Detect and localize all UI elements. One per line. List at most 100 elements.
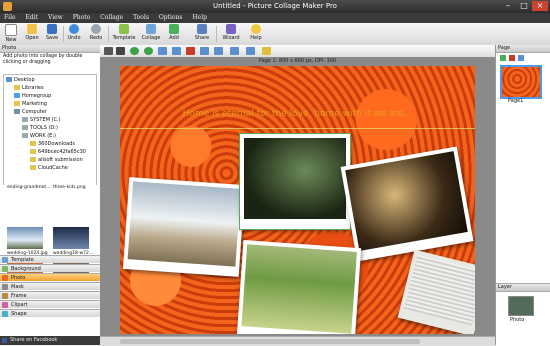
template-button[interactable]: Template xyxy=(110,24,138,45)
shape-icon xyxy=(2,311,8,317)
tree-item[interactable]: TOOLS (D:) xyxy=(22,124,58,132)
folder-icon xyxy=(14,85,20,90)
share-button[interactable]: Share xyxy=(192,24,212,45)
help-button[interactable]: Help xyxy=(248,24,264,45)
collage-button[interactable]: Collage xyxy=(140,24,162,45)
photo-couple-field[interactable] xyxy=(122,177,246,277)
page-panel-tools xyxy=(498,54,548,62)
overlay-text[interactable]: Home is eternal for the love, home with … xyxy=(120,109,475,119)
menu-edit[interactable]: Edit xyxy=(21,13,42,23)
pointer-icon[interactable] xyxy=(104,47,113,55)
thumbnail-wedding-1024[interactable] xyxy=(7,227,43,249)
category-shape[interactable]: Shape xyxy=(0,309,100,317)
save-button[interactable]: Save xyxy=(43,24,61,45)
tree-item[interactable]: 360Downloads xyxy=(30,140,75,148)
tree-item[interactable]: Desktop xyxy=(6,76,35,84)
folder-icon xyxy=(30,157,36,162)
drive-icon xyxy=(22,133,28,138)
add-page-icon[interactable] xyxy=(500,55,506,61)
undo-button[interactable]: Undo xyxy=(65,24,83,45)
send-backward-icon[interactable] xyxy=(144,47,153,55)
add-photo-icon xyxy=(169,24,179,34)
delete-page-icon[interactable] xyxy=(509,55,515,61)
move-page-icon[interactable] xyxy=(518,55,524,61)
menu-file[interactable]: File xyxy=(0,13,20,23)
page-panel: Page Page1 Layer Photo xyxy=(495,45,550,346)
zoom-in-icon[interactable] xyxy=(246,47,255,55)
crop-icon[interactable] xyxy=(116,47,125,55)
thumb-caption[interactable]: ending-grandmot... xyxy=(7,185,50,190)
close-button[interactable]: × xyxy=(532,1,548,11)
category-clipart[interactable]: Clipart xyxy=(0,300,100,308)
title-bar: Untitled - Picture Collage Maker Pro – □… xyxy=(0,0,550,13)
delete-icon[interactable] xyxy=(186,47,195,55)
page-thumbnail[interactable] xyxy=(500,65,542,99)
category-photo[interactable]: Photo xyxy=(0,273,100,281)
distribute-icon[interactable] xyxy=(172,47,181,55)
category-frame[interactable]: Frame xyxy=(0,291,100,299)
minimize-button[interactable]: – xyxy=(500,1,516,11)
menu-tools[interactable]: Tools xyxy=(129,13,153,23)
tree-item[interactable]: Computer xyxy=(14,108,47,116)
tree-item[interactable]: Homegroup xyxy=(14,92,51,100)
page-info: Page 1: 800 x 600 px, DPI: 300 xyxy=(258,58,337,64)
preview-icon[interactable] xyxy=(262,47,271,55)
tree-item[interactable]: WORK (E:) xyxy=(22,132,56,140)
menu-help[interactable]: Help xyxy=(188,13,211,23)
photo-night-street[interactable] xyxy=(340,146,474,262)
layer-thumbnail[interactable] xyxy=(508,296,534,316)
computer-icon xyxy=(14,109,20,114)
help-icon xyxy=(251,24,261,34)
thumbnail-wedding18[interactable] xyxy=(53,227,89,249)
guide-line xyxy=(120,128,475,129)
rotate-icon[interactable] xyxy=(200,47,209,55)
redo-button[interactable]: Redo xyxy=(87,24,105,45)
collage-icon xyxy=(146,24,156,34)
photo-bicycle-selected[interactable] xyxy=(239,133,351,230)
flip-icon[interactable] xyxy=(214,47,223,55)
main-toolbar: New Open Save Undo Redo Template Collage… xyxy=(0,23,550,46)
zoom-fit-icon[interactable] xyxy=(230,47,239,55)
scrollbar-thumb[interactable] xyxy=(120,339,420,344)
add-button[interactable]: Add xyxy=(166,24,182,45)
work-area: Page 1: 800 x 600 px, DPI: 300 Home is e… xyxy=(100,57,495,336)
layer-panel-header: Layer xyxy=(496,284,550,292)
maximize-button[interactable]: □ xyxy=(516,1,532,11)
menu-photo[interactable]: Photo xyxy=(69,13,95,23)
template-icon xyxy=(2,257,8,263)
redo-icon xyxy=(91,24,101,34)
page-label: Page1 xyxy=(508,98,524,104)
open-button[interactable]: Open xyxy=(23,24,41,45)
drive-icon xyxy=(22,117,28,122)
new-button[interactable]: New xyxy=(3,24,19,45)
photo-panel: Photo Add photo into collage by double c… xyxy=(0,45,101,345)
facebook-icon xyxy=(2,338,7,343)
toolbar-separator xyxy=(63,26,64,42)
tree-item[interactable]: 649bcec42fa65c30 xyxy=(30,148,86,156)
menu-options[interactable]: Options xyxy=(155,13,187,23)
share-facebook-bar[interactable]: Share on Facebook xyxy=(0,336,100,345)
category-template[interactable]: Template xyxy=(0,255,100,263)
folder-tree[interactable]: Desktop Libraries Homegroup Marketing Co… xyxy=(3,74,97,186)
tree-item[interactable]: Marketing xyxy=(14,100,47,108)
wizard-button[interactable]: Wizard xyxy=(220,24,242,45)
category-mask[interactable]: Mask xyxy=(0,282,100,290)
thumb-caption[interactable]: three-kids.png xyxy=(53,185,86,190)
photo-couple-meadow[interactable] xyxy=(236,240,362,334)
collage-canvas[interactable]: Home is eternal for the love, home with … xyxy=(120,66,475,334)
menu-view[interactable]: View xyxy=(44,13,67,23)
tree-item[interactable]: allsoft submission xyxy=(30,156,83,164)
bring-forward-icon[interactable] xyxy=(130,47,139,55)
align-icon[interactable] xyxy=(158,47,167,55)
template-icon xyxy=(119,24,129,34)
photo-newspaper[interactable] xyxy=(397,249,475,334)
menu-bar: File Edit View Photo Collage Tools Optio… xyxy=(0,13,550,23)
save-icon xyxy=(47,24,57,34)
tree-item[interactable]: CloudCache xyxy=(30,164,68,172)
tree-item[interactable]: SYSTEM (C:) xyxy=(22,116,61,124)
category-background[interactable]: Background xyxy=(0,264,100,272)
photo-image xyxy=(403,254,475,326)
menu-collage[interactable]: Collage xyxy=(96,13,127,23)
tree-item[interactable]: Libraries xyxy=(14,84,44,92)
layer-item-label: Photo xyxy=(510,317,525,323)
